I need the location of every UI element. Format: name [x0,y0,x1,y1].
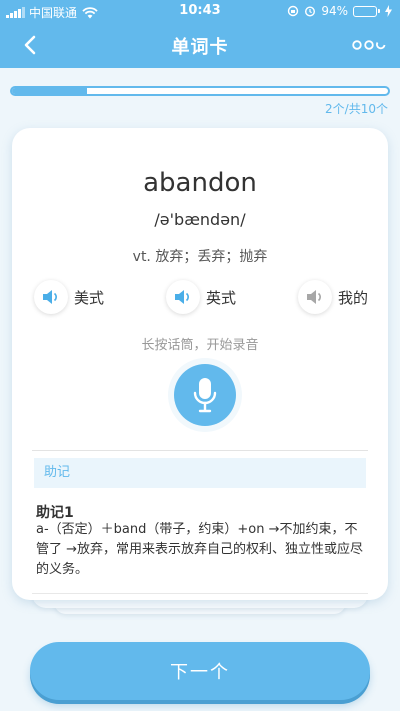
orientation-lock-icon [288,5,299,17]
status-bar: 中国联通 10:43 94% [0,0,400,22]
speaker-icon [166,280,200,314]
record-button[interactable] [174,364,236,426]
mnemonic-title: 助记1 [36,505,74,521]
word-text: abandon [143,168,257,198]
speaker-mine-button[interactable]: 我的 [298,280,368,314]
mnemonic-text: a-（否定）＋band（带子，约束）+on →不加约束，不管了 →放弃，常用来表… [36,522,364,577]
microphone-icon [193,378,217,413]
divider [32,450,368,451]
speaker-uk-button[interactable]: 英式 [166,280,236,314]
divider [32,593,368,594]
nav-bar: 单词卡 [0,22,400,68]
word-card: abandon /ə'bændən/ vt. 放弃；丢弃；抛弃 美式 英式 我的 [12,128,388,600]
battery-percent: 94% [321,4,348,18]
progress-fill [12,88,88,94]
speaker-mine-label: 我的 [338,288,369,307]
status-right: 94% [287,4,392,18]
speaker-icon [34,280,68,314]
speaker-us-label: 美式 [74,288,105,307]
page-title: 单词卡 [171,37,229,58]
more-icon[interactable] [352,36,386,54]
alarm-icon [305,6,316,17]
next-button[interactable]: 下一个 [30,642,370,700]
mnemonic-header: 助记 [34,458,366,488]
progress-label: 2个/共10个 [325,102,388,116]
progress-bar [10,86,390,96]
speaker-uk-label: 英式 [206,288,237,307]
charging-icon [385,5,392,17]
speaker-icon [298,280,332,314]
meaning-text: vt. 放弃；丢弃；抛弃 [132,249,268,265]
speaker-us-button[interactable]: 美式 [34,280,104,314]
battery-icon [353,5,380,17]
record-hint: 长按话筒，开始录音 [141,338,259,353]
phonetic-text: /ə'bændən/ [154,210,246,229]
